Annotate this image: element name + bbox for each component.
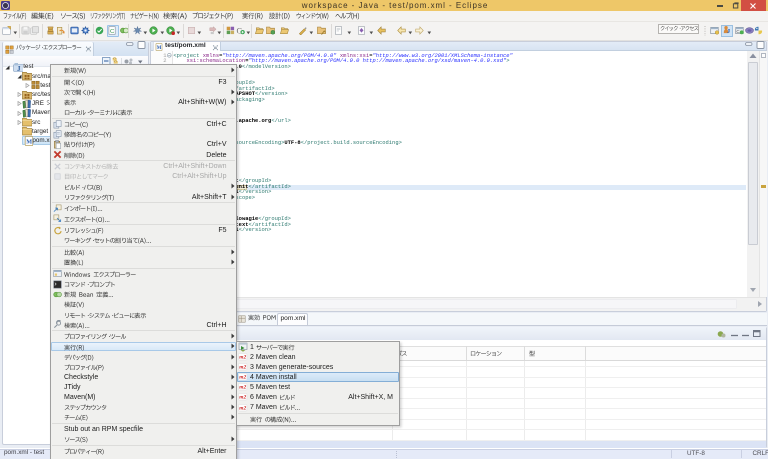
svg-text:m2: m2 — [239, 385, 246, 391]
svg-text:m2: m2 — [239, 405, 246, 411]
svg-text:M: M — [26, 138, 32, 145]
svg-text:J: J — [727, 28, 730, 34]
svg-text:m2: m2 — [239, 375, 246, 381]
svg-text:J: J — [17, 65, 21, 72]
svg-text:C: C — [110, 29, 114, 35]
svg-text:m2: m2 — [239, 354, 246, 360]
svg-text:M: M — [157, 46, 162, 51]
svg-text:m2: m2 — [239, 365, 246, 371]
svg-text:m2: m2 — [239, 395, 246, 401]
